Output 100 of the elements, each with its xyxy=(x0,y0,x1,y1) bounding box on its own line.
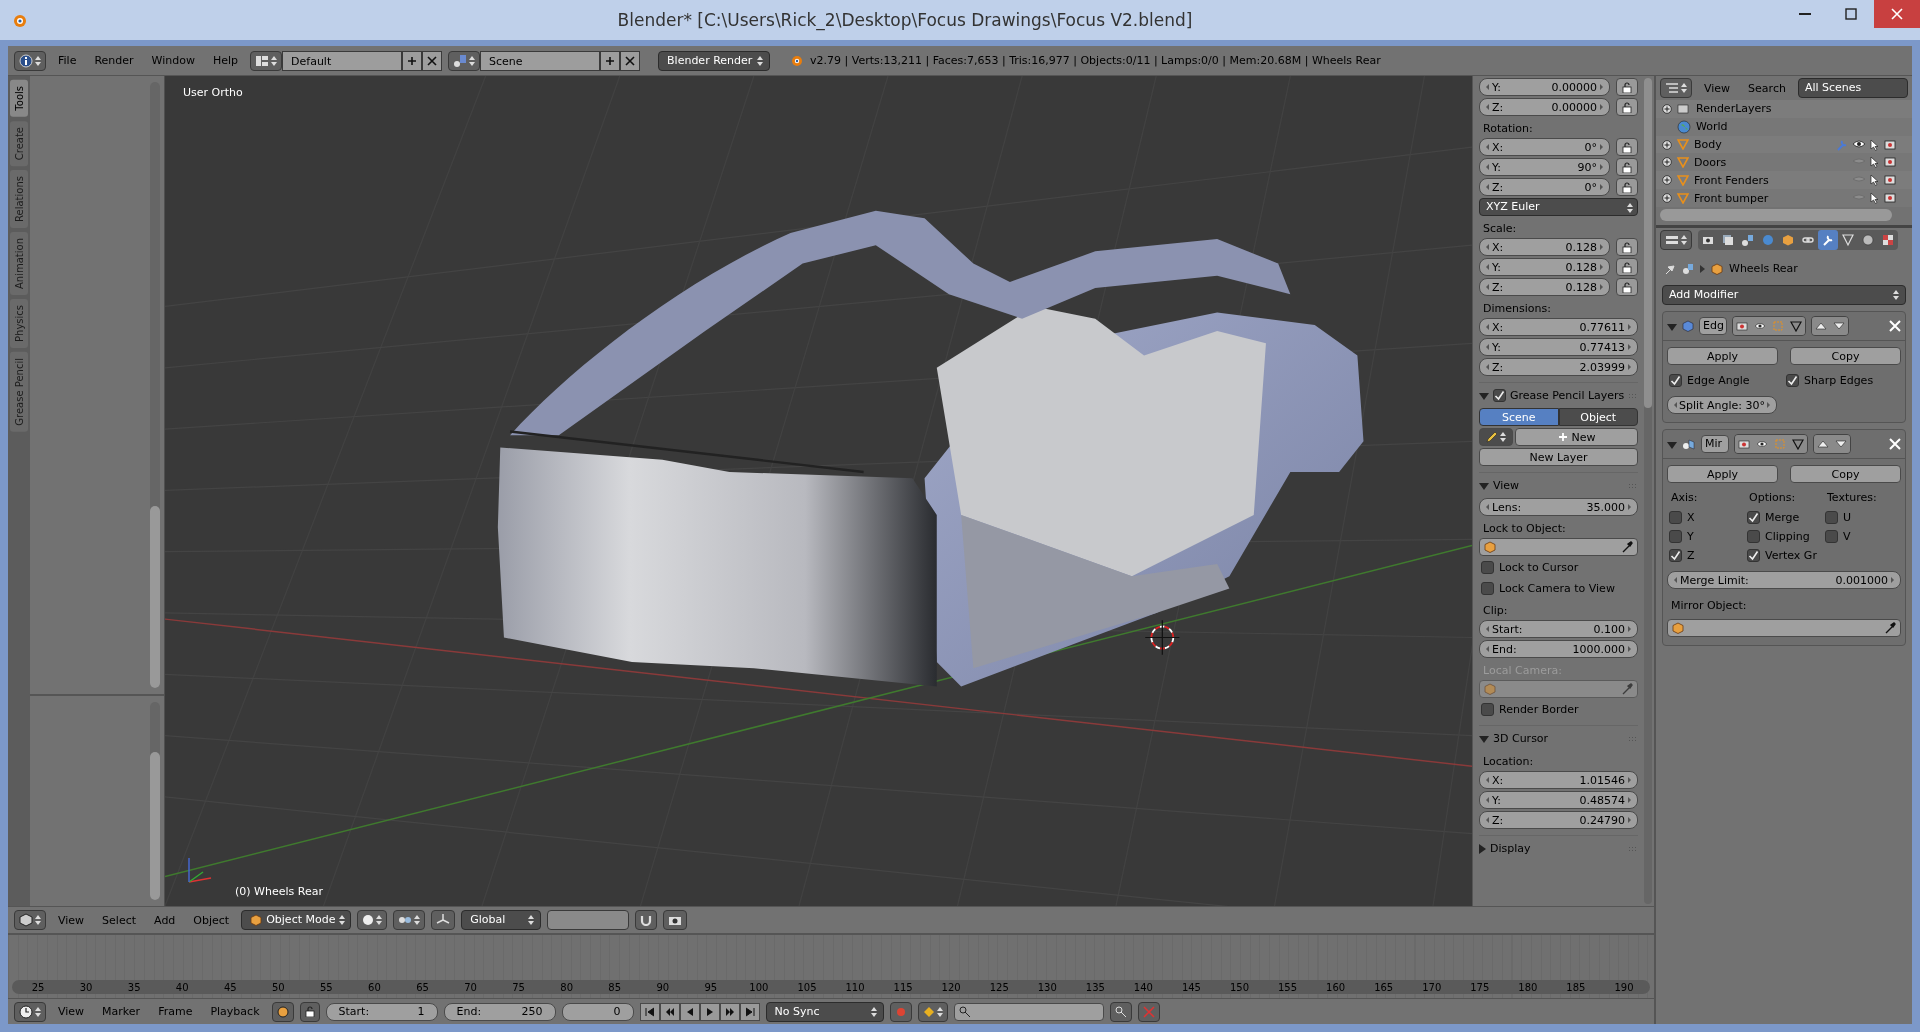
car-body-model-drawing[interactable] xyxy=(497,210,1364,687)
rotation-mode-dropdown[interactable]: XYZ Euler xyxy=(1479,198,1638,216)
expand-plus-icon[interactable] xyxy=(1662,175,1672,186)
outliner-item[interactable]: Body xyxy=(1656,135,1912,154)
panel-title[interactable]: Grease Pencil Layers xyxy=(1510,389,1625,402)
eyedropper-icon[interactable] xyxy=(1621,541,1633,553)
number-field[interactable]: X: 0.77611 xyxy=(1479,318,1638,336)
number-field[interactable]: Z: 0.00000 xyxy=(1479,98,1610,116)
checkbox-label[interactable]: Edge Angle xyxy=(1687,374,1750,387)
tool-tab[interactable]: Physics xyxy=(10,298,28,348)
checkbox[interactable] xyxy=(1825,511,1838,524)
screen-layout-field[interactable]: Default xyxy=(282,50,403,71)
modifier-name-field[interactable]: Edg xyxy=(1699,317,1727,335)
cursor-arrow-icon[interactable] xyxy=(1870,174,1880,187)
layer-buttons[interactable] xyxy=(547,910,630,930)
cursor-arrow-icon[interactable] xyxy=(1870,138,1880,151)
lock-button[interactable] xyxy=(1616,138,1638,156)
checkbox-label[interactable]: Y xyxy=(1687,530,1694,543)
plus-icon[interactable] xyxy=(605,55,616,66)
checkbox[interactable] xyxy=(1481,582,1494,595)
checkbox[interactable] xyxy=(1669,511,1682,524)
modifier-visibility-toggles[interactable] xyxy=(1732,316,1806,336)
sync-dropdown[interactable]: No Sync xyxy=(765,1001,884,1022)
modifier-action-button[interactable]: Copy xyxy=(1790,465,1901,483)
camera-icon[interactable] xyxy=(1884,192,1896,204)
menu-item[interactable]: View xyxy=(52,1003,91,1020)
menu-item[interactable]: Object xyxy=(187,911,236,929)
checkbox[interactable] xyxy=(1669,374,1682,387)
expand-plus-icon[interactable] xyxy=(1662,193,1672,204)
scrollbar[interactable] xyxy=(150,702,160,900)
menu-item[interactable]: View xyxy=(1698,79,1737,97)
editor-type-button[interactable] xyxy=(14,50,46,71)
menu-item[interactable]: File xyxy=(52,52,83,69)
camera-icon[interactable] xyxy=(1884,156,1896,168)
eyedropper-icon[interactable] xyxy=(1884,622,1896,634)
keying-dropdown[interactable] xyxy=(917,1001,948,1022)
checkbox-label[interactable]: Clipping xyxy=(1765,530,1810,543)
number-field[interactable]: X: 1.01546 xyxy=(1479,771,1638,789)
playback-controls[interactable] xyxy=(639,1002,760,1021)
number-field[interactable]: Y: 0.00000 xyxy=(1479,78,1610,96)
scrollbar[interactable] xyxy=(150,82,160,688)
move-up-down-buttons[interactable] xyxy=(1813,434,1851,454)
number-field[interactable]: Y: 0.48574 xyxy=(1479,791,1638,809)
checkbox[interactable] xyxy=(1493,389,1506,402)
current-frame-field[interactable]: 0 xyxy=(561,1002,634,1021)
checkbox[interactable] xyxy=(1786,374,1799,387)
checkbox[interactable] xyxy=(1481,561,1494,574)
delete-keyframe-button[interactable] xyxy=(1137,1001,1160,1022)
checkbox[interactable] xyxy=(1747,511,1760,524)
lock-button[interactable] xyxy=(1616,98,1638,116)
object-field[interactable] xyxy=(1479,538,1638,556)
display-mode-dropdown[interactable]: All Scenes xyxy=(1797,78,1908,98)
keying-set-field[interactable] xyxy=(953,1002,1104,1021)
properties-tab[interactable] xyxy=(1818,230,1838,250)
number-field[interactable]: Merge Limit: 0.001000 xyxy=(1667,571,1901,589)
lock-toggle[interactable] xyxy=(299,1001,320,1022)
render-engine-dropdown[interactable]: Blender Render xyxy=(658,50,771,71)
editor-type-button[interactable] xyxy=(1660,78,1692,98)
checkbox-label[interactable]: V xyxy=(1843,530,1851,543)
scene-field[interactable]: Scene xyxy=(480,50,601,71)
disclosure-triangle-icon[interactable] xyxy=(1479,843,1486,854)
tool-tab[interactable]: Tools xyxy=(10,80,28,117)
scrollbar[interactable] xyxy=(1644,78,1652,904)
cursor-arrow-icon[interactable] xyxy=(1870,192,1880,205)
number-field[interactable]: Y: 90° xyxy=(1479,158,1610,176)
scene-type-button[interactable] xyxy=(448,50,481,71)
timeline-area[interactable]: 25 30 35 40 45 50 55 60 65 70 75 80 85 90 95 100 105 110 115 120 125 130 135 140 145 150 155 160 165 170 175 180 185 190 xyxy=(8,934,1654,998)
lock-button[interactable] xyxy=(1616,78,1638,96)
menu-item[interactable]: Select xyxy=(96,911,143,929)
camera-icon[interactable] xyxy=(1884,174,1896,186)
checkbox[interactable] xyxy=(1747,549,1760,562)
checkbox[interactable] xyxy=(1669,549,1682,562)
add-button[interactable] xyxy=(402,50,423,71)
checkbox-label[interactable]: Vertex Gr xyxy=(1765,549,1817,562)
lock-button[interactable] xyxy=(1616,278,1638,296)
remove-button[interactable] xyxy=(422,50,443,71)
menu-item[interactable]: Add xyxy=(148,911,182,929)
move-up-down-buttons[interactable] xyxy=(1811,316,1849,336)
outliner-item[interactable]: Front Fenders xyxy=(1656,171,1912,190)
editor-type-button[interactable] xyxy=(14,910,46,930)
close-icon[interactable] xyxy=(625,55,636,66)
eye-icon[interactable] xyxy=(1852,138,1866,149)
number-field[interactable]: Y: 0.128 xyxy=(1479,258,1610,276)
add-button[interactable] xyxy=(600,50,621,71)
horizontal-scrollbar[interactable] xyxy=(1660,209,1892,221)
outliner-item[interactable]: RenderLayers xyxy=(1656,100,1912,118)
modifier-action-button[interactable]: Copy xyxy=(1790,347,1901,365)
lock-button[interactable] xyxy=(1616,158,1638,176)
toggle-button[interactable]: Scene xyxy=(1479,408,1559,426)
editor-type-button[interactable] xyxy=(14,1001,46,1022)
checkbox[interactable] xyxy=(1669,530,1682,543)
manipulator-toggle[interactable] xyxy=(431,910,456,930)
modifier-action-button[interactable]: Apply xyxy=(1667,465,1778,483)
checkbox-label[interactable]: U xyxy=(1843,511,1852,524)
menu-item[interactable]: Search xyxy=(1742,79,1792,97)
new-button[interactable]: New xyxy=(1515,428,1638,446)
modifier-visibility-toggles[interactable] xyxy=(1734,434,1808,454)
checkbox-label[interactable]: Sharp Edges xyxy=(1804,374,1874,387)
disclosure-triangle-icon[interactable] xyxy=(1479,736,1489,743)
close-button[interactable] xyxy=(1874,0,1920,28)
